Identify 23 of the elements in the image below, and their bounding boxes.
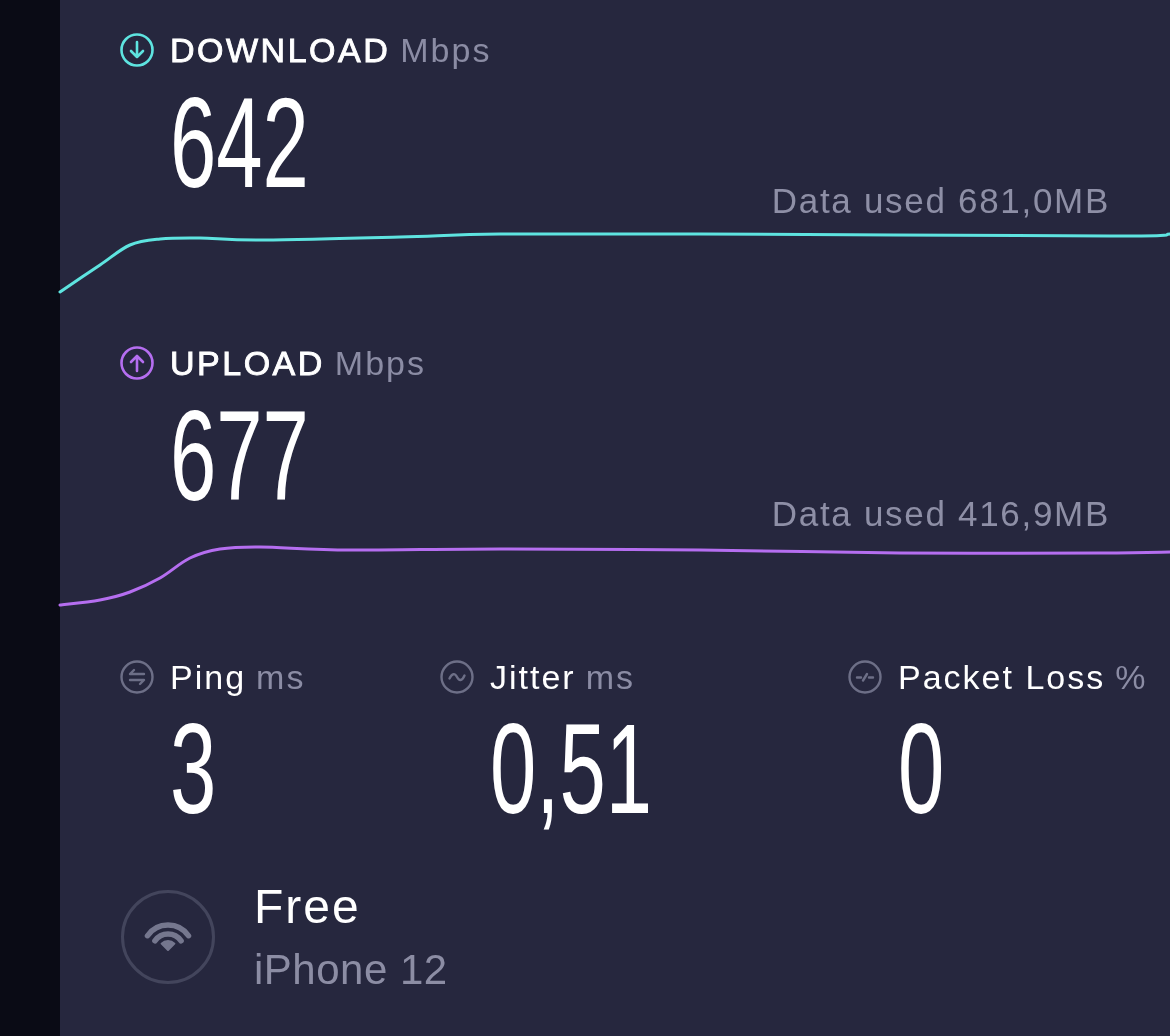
metric-label: Ping xyxy=(170,657,247,697)
device-name: iPhone 12 xyxy=(254,948,448,991)
data-used-text: Data used 416,9MB xyxy=(771,496,1110,531)
unit-label: Mbps xyxy=(400,30,492,70)
speed-value: 642 xyxy=(170,79,309,207)
metric-value: 3 xyxy=(170,704,217,833)
metric-value: 0 xyxy=(898,704,945,833)
dashes-icon xyxy=(848,660,882,694)
metric-value: 0,51 xyxy=(490,704,652,833)
speed-value: 677 xyxy=(170,392,309,520)
unit-label: ms xyxy=(585,657,635,697)
wave-icon xyxy=(440,660,474,694)
test-label: DOWNLOAD xyxy=(170,30,391,70)
unit-label: ms xyxy=(256,657,306,697)
metric-label: Packet Loss xyxy=(898,657,1106,697)
wifi-icon xyxy=(121,889,215,984)
test-label: UPLOAD xyxy=(170,343,325,383)
unit-label: % xyxy=(1115,657,1148,697)
unit-label: Mbps xyxy=(334,343,426,383)
provider-name: Free xyxy=(254,882,361,931)
data-used-text: Data used 681,0MB xyxy=(771,183,1110,218)
two-arrows-icon xyxy=(120,660,154,694)
metric-label: Jitter xyxy=(490,657,576,697)
